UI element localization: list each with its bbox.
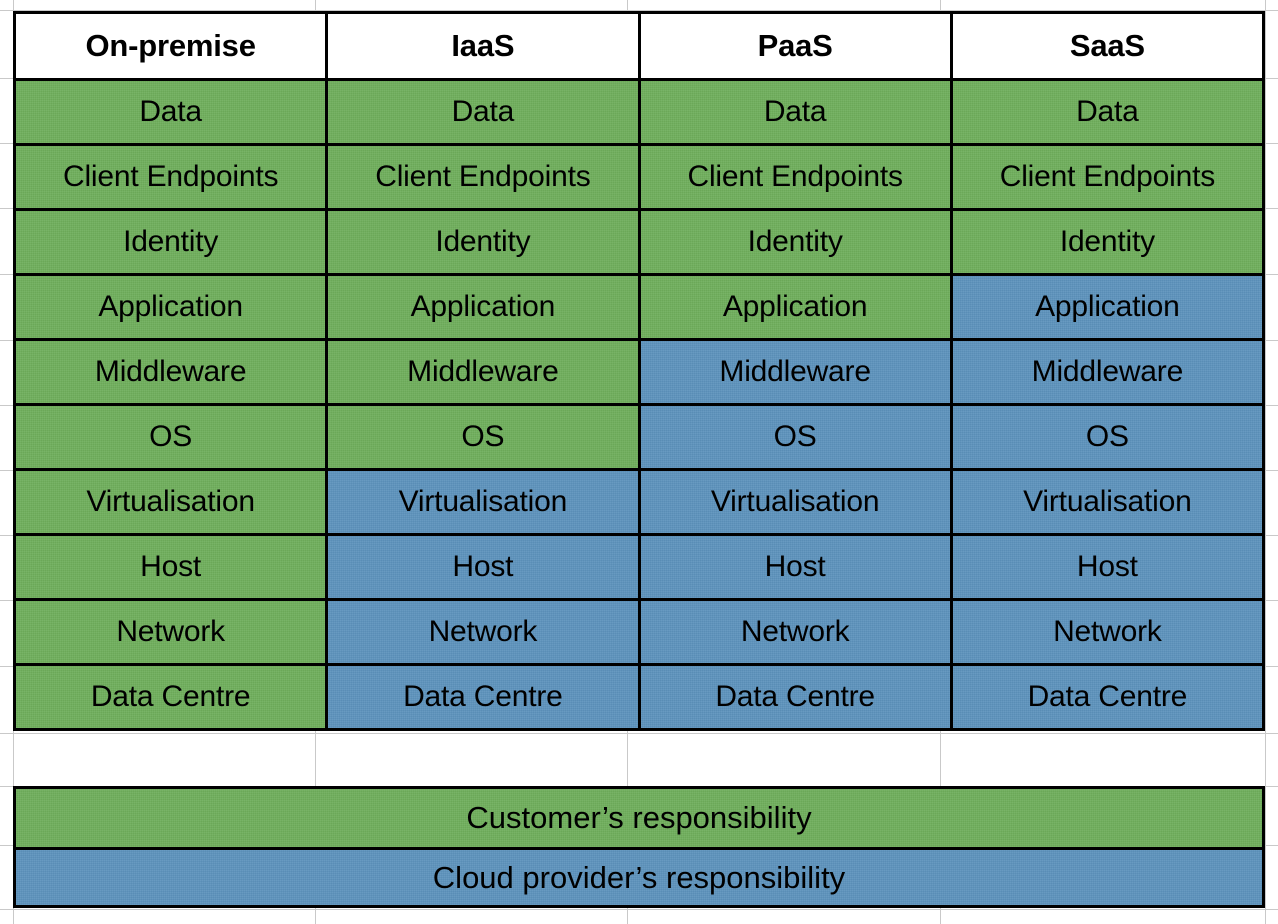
matrix-row: Client Endpoints Client Endpoints Client E…	[16, 143, 1262, 208]
gridline-horizontal-14	[0, 909, 1278, 910]
cell-iaas-application: Application	[325, 276, 638, 338]
cell-on-premise-identity: Identity	[16, 211, 326, 273]
matrix-row: Host Host Host Host	[16, 533, 1262, 598]
cell-iaas-client-endpoints: Client Endpoints	[325, 146, 638, 208]
cell-saas-application: Application	[949, 276, 1262, 338]
cell-paas-application: Application	[637, 276, 950, 338]
cell-paas-data: Data	[637, 81, 950, 143]
cell-saas-data-centre: Data Centre	[949, 666, 1262, 728]
cell-on-premise-virtualisation: Virtualisation	[16, 471, 326, 533]
cell-on-premise-os: OS	[16, 406, 326, 468]
cell-iaas-os: OS	[325, 406, 638, 468]
column-header-on-premise: On-premise	[16, 14, 326, 78]
legend-customer-responsibility: Customer’s responsibility	[16, 789, 1262, 847]
responsibility-matrix: On-premise IaaS PaaS SaaS Data Data Data Data C…	[13, 11, 1265, 731]
cell-iaas-host: Host	[325, 536, 638, 598]
legend-provider-responsibility: Cloud provider’s responsibility	[16, 847, 1262, 905]
matrix-row: Middleware Middleware Middleware Middleware	[16, 338, 1262, 403]
cell-paas-network: Network	[637, 601, 950, 663]
cell-paas-middleware: Middleware	[637, 341, 950, 403]
column-header-paas: PaaS	[637, 14, 950, 78]
column-header-iaas: IaaS	[325, 14, 638, 78]
cell-on-premise-data-centre: Data Centre	[16, 666, 326, 728]
gridline-horizontal-11	[0, 733, 1278, 734]
cell-saas-virtualisation: Virtualisation	[949, 471, 1262, 533]
matrix-row: Network Network Network Network	[16, 598, 1262, 663]
matrix-row: Data Data Data Data	[16, 78, 1262, 143]
cell-saas-network: Network	[949, 601, 1262, 663]
cell-on-premise-client-endpoints: Client Endpoints	[16, 146, 326, 208]
cell-saas-os: OS	[949, 406, 1262, 468]
gridline-vertical-4	[1265, 0, 1266, 924]
column-header-saas: SaaS	[949, 14, 1262, 78]
cell-paas-host: Host	[637, 536, 950, 598]
cell-paas-data-centre: Data Centre	[637, 666, 950, 728]
matrix-row: OS OS OS OS	[16, 403, 1262, 468]
cell-on-premise-application: Application	[16, 276, 326, 338]
cell-saas-identity: Identity	[949, 211, 1262, 273]
cell-paas-identity: Identity	[637, 211, 950, 273]
legend: Customer’s responsibility Cloud provider’…	[13, 786, 1265, 908]
cell-paas-os: OS	[637, 406, 950, 468]
cell-iaas-identity: Identity	[325, 211, 638, 273]
matrix-header-row: On-premise IaaS PaaS SaaS	[16, 14, 1262, 78]
cell-saas-data: Data	[949, 81, 1262, 143]
cell-iaas-virtualisation: Virtualisation	[325, 471, 638, 533]
cell-on-premise-host: Host	[16, 536, 326, 598]
cell-iaas-network: Network	[325, 601, 638, 663]
cell-iaas-data-centre: Data Centre	[325, 666, 638, 728]
matrix-row: Virtualisation Virtualisation Virtualisati…	[16, 468, 1262, 533]
cell-on-premise-network: Network	[16, 601, 326, 663]
cell-paas-client-endpoints: Client Endpoints	[637, 146, 950, 208]
matrix-row: Application Application Application Applica…	[16, 273, 1262, 338]
cell-saas-middleware: Middleware	[949, 341, 1262, 403]
cell-saas-host: Host	[949, 536, 1262, 598]
cell-paas-virtualisation: Virtualisation	[637, 471, 950, 533]
cell-on-premise-data: Data	[16, 81, 326, 143]
cell-iaas-data: Data	[325, 81, 638, 143]
cell-iaas-middleware: Middleware	[325, 341, 638, 403]
matrix-row: Data Centre Data Centre Data Centre Data Ce…	[16, 663, 1262, 728]
cell-on-premise-middleware: Middleware	[16, 341, 326, 403]
matrix-row: Identity Identity Identity Identity	[16, 208, 1262, 273]
cell-saas-client-endpoints: Client Endpoints	[949, 146, 1262, 208]
